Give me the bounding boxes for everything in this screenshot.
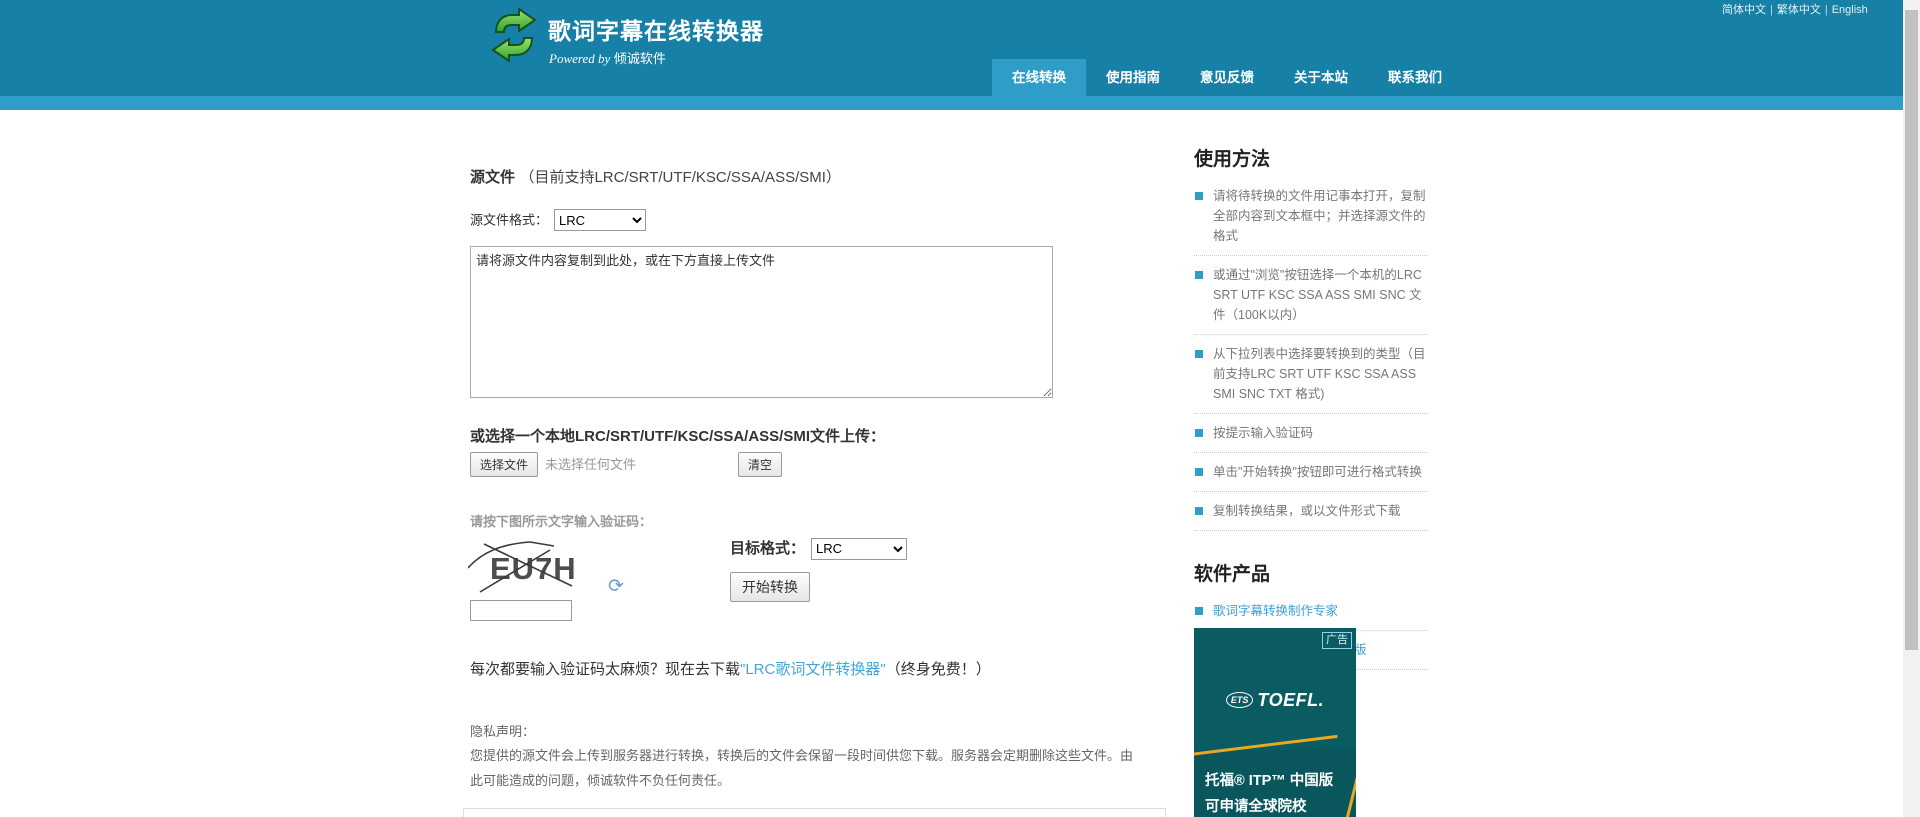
captcha-refresh-icon[interactable]: ⟳ [608, 577, 624, 596]
promo-suffix: （终身免费！） [885, 661, 991, 678]
promo-prefix: 每次都要输入验证码太麻烦？现在去下载 [470, 661, 741, 678]
captcha-image: EU7H [467, 534, 586, 598]
powered-by-prefix: Powered by [549, 51, 611, 66]
usage-item: 从下拉列表中选择要转换到的类型（目前支持LRC SRT UTF KSC SSA … [1194, 335, 1427, 414]
toefl-ad-banner[interactable]: 广告 ETSTOEFL. 托福® ITP™ 中国版 可申请全球院校 近300所 [1194, 628, 1356, 817]
ad-text-line1: 托福® ITP™ 中国版 [1205, 773, 1334, 789]
source-format-row: 源文件格式： LRC [470, 209, 647, 231]
ad-badge[interactable]: 广告 [1322, 632, 1352, 649]
lang-separator: | [1824, 4, 1828, 16]
main-nav: 在线转换 使用指南 意见反馈 关于本站 联系我们 [992, 59, 1462, 96]
powered-by-brand: 倾诚软件 [613, 51, 666, 66]
toefl-wordmark: TOEFL. [1257, 690, 1325, 710]
powered-by: Powered by 倾诚软件 [549, 48, 666, 67]
captcha-prompt: 请按下图所示文字输入验证码： [470, 514, 653, 529]
nav-tab-online-convert[interactable]: 在线转换 [992, 59, 1086, 96]
lang-link-traditional-chinese[interactable]: 繁体中文 [1777, 4, 1821, 16]
source-format-select[interactable]: LRC [554, 209, 647, 231]
site-title: 歌词字幕在线转换器 [548, 18, 764, 44]
header-accent-strip [0, 96, 1920, 110]
lang-separator: | [1770, 4, 1773, 16]
no-file-selected-text: 未选择任何文件 [545, 457, 637, 472]
source-file-heading: 源文件 （目前支持LRC/SRT/UTF/KSC/SSA/ASS/SMI） [470, 166, 841, 187]
nav-tab-about[interactable]: 关于本站 [1274, 59, 1368, 96]
clear-button[interactable]: 清空 [738, 452, 783, 477]
sidebar: 使用方法 请将待转换的文件用记事本打开，复制全部内容到文本框中；并选择源文件的格… [1194, 144, 1427, 670]
ad-text-line2: 可申请全球院校 [1205, 799, 1307, 815]
privacy-title: 隐私声明： [470, 724, 536, 739]
usage-list: 请将待转换的文件用记事本打开，复制全部内容到文本框中；并选择源文件的格式 或通过… [1194, 177, 1427, 531]
toefl-logo: ETS TOEFL. [1194, 690, 1356, 711]
nav-tab-feedback[interactable]: 意见反馈 [1180, 59, 1274, 96]
start-convert-button[interactable]: 开始转换 [730, 572, 810, 602]
target-format-row: 目标格式： LRC [730, 537, 908, 560]
privacy-body: 您提供的源文件会上传到服务器进行转换，转换后的文件会保留一段时间供您下载。服务器… [470, 748, 1134, 788]
nav-tab-user-guide[interactable]: 使用指南 [1086, 59, 1180, 96]
scrollbar-thumb[interactable] [1905, 10, 1918, 650]
header: 简体中文 | 繁体中文 | English 歌词字幕在线转换器 Powered by 倾… [0, 0, 1920, 96]
source-file-heading-formats: （目前支持LRC/SRT/UTF/KSC/SSA/ASS/SMI） [519, 169, 841, 186]
ad-text: 托福® ITP™ 中国版 可申请全球院校 近300所 [1205, 768, 1333, 817]
choose-file-button[interactable]: 选择文件 [470, 452, 539, 477]
lang-link-english[interactable]: English [1832, 4, 1868, 16]
ets-logo: ETS [1225, 692, 1254, 708]
usage-title: 使用方法 [1194, 149, 1271, 170]
product-link-item[interactable]: 歌词字幕转换制作专家 [1194, 592, 1427, 631]
usage-item: 或通过"浏览"按钮选择一个本机的LRC SRT UTF KSC SSA ASS … [1194, 256, 1427, 335]
usage-item: 按提示输入验证码 [1194, 414, 1427, 453]
product-link-lyrics-expert[interactable]: 歌词字幕转换制作专家 [1213, 604, 1338, 618]
source-file-heading-strong: 源文件 [470, 169, 516, 186]
promo-download-link[interactable]: "LRC歌词文件转换器" [740, 661, 886, 678]
scrollbar-track[interactable] [1903, 0, 1920, 817]
page: 简体中文 | 繁体中文 | English 歌词字幕在线转换器 Powered by 倾… [0, 0, 1920, 817]
target-format-select[interactable]: LRC [811, 537, 908, 560]
result-box-partial [463, 808, 1166, 817]
upload-heading: 或选择一个本地LRC/SRT/UTF/KSC/SSA/ASS/SMI文件上传： [470, 428, 886, 445]
lang-link-simplified-chinese[interactable]: 简体中文 [1722, 4, 1766, 16]
usage-item: 复制转换结果，或以文件形式下载 [1194, 492, 1427, 531]
svg-text:EU7H: EU7H [490, 551, 577, 586]
usage-item: 单击"开始转换"按钮即可进行格式转换 [1194, 453, 1427, 492]
file-picker-row: 选择文件 未选择任何文件 [470, 452, 636, 477]
target-format-label: 目标格式： [730, 540, 806, 557]
language-switcher: 简体中文 | 繁体中文 | English [1722, 1, 1868, 17]
source-content-textarea[interactable]: 请将源文件内容复制到此处，或在下方直接上传文件 [470, 246, 1053, 398]
products-title: 软件产品 [1194, 564, 1271, 585]
site-logo-sync-arrows-icon [489, 7, 539, 63]
nav-tab-contact[interactable]: 联系我们 [1368, 59, 1462, 96]
promo-line: 每次都要输入验证码太麻烦？现在去下载"LRC歌词文件转换器"（终身免费！） [470, 658, 991, 679]
usage-item: 请将待转换的文件用记事本打开，复制全部内容到文本框中；并选择源文件的格式 [1194, 177, 1427, 256]
captcha-input[interactable] [470, 600, 572, 621]
source-format-label: 源文件格式： [470, 212, 549, 228]
